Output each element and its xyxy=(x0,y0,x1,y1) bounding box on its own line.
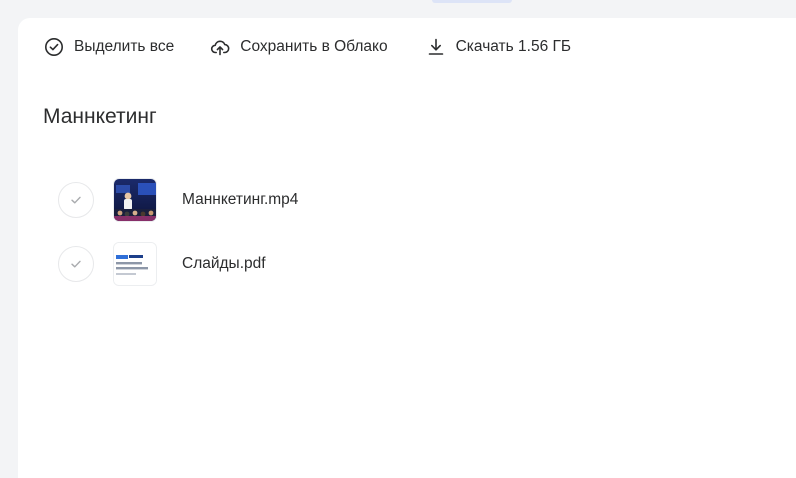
cloud-upload-icon xyxy=(210,37,230,57)
save-to-cloud-button[interactable]: Сохранить в Облако xyxy=(210,37,388,57)
folder-title: Маннкетинг xyxy=(43,105,157,128)
file-name: Маннкетинг.mp4 xyxy=(182,191,299,208)
top-tab-indicator xyxy=(432,0,512,3)
toolbar: Выделить все Сохранить в Облако Скачать … xyxy=(44,35,571,59)
select-all-label: Выделить все xyxy=(74,38,175,55)
file-checkbox[interactable] xyxy=(58,182,94,218)
file-row-video[interactable]: Маннкетинг.mp4 xyxy=(58,178,358,222)
pdf-slide-icon xyxy=(114,243,156,285)
main-panel: Выделить все Сохранить в Облако Скачать … xyxy=(18,18,796,478)
check-circle-icon xyxy=(44,37,64,57)
download-label: Скачать 1.56 ГБ xyxy=(455,38,572,55)
file-name: Слайды.pdf xyxy=(182,255,266,272)
select-all-button[interactable]: Выделить все xyxy=(44,37,174,57)
file-list: Маннкетинг.mp4 Слайды.pdf xyxy=(58,178,358,306)
file-checkbox[interactable] xyxy=(58,246,94,282)
download-icon xyxy=(426,37,446,57)
video-frame-icon xyxy=(114,179,156,221)
pdf-thumbnail xyxy=(113,242,157,286)
checkmark-icon xyxy=(71,196,81,204)
download-button[interactable]: Скачать 1.56 ГБ xyxy=(426,37,571,57)
checkmark-icon xyxy=(71,260,81,268)
video-thumbnail xyxy=(113,178,157,222)
file-row-pdf[interactable]: Слайды.pdf xyxy=(58,242,358,286)
save-to-cloud-label: Сохранить в Облако xyxy=(240,38,388,55)
